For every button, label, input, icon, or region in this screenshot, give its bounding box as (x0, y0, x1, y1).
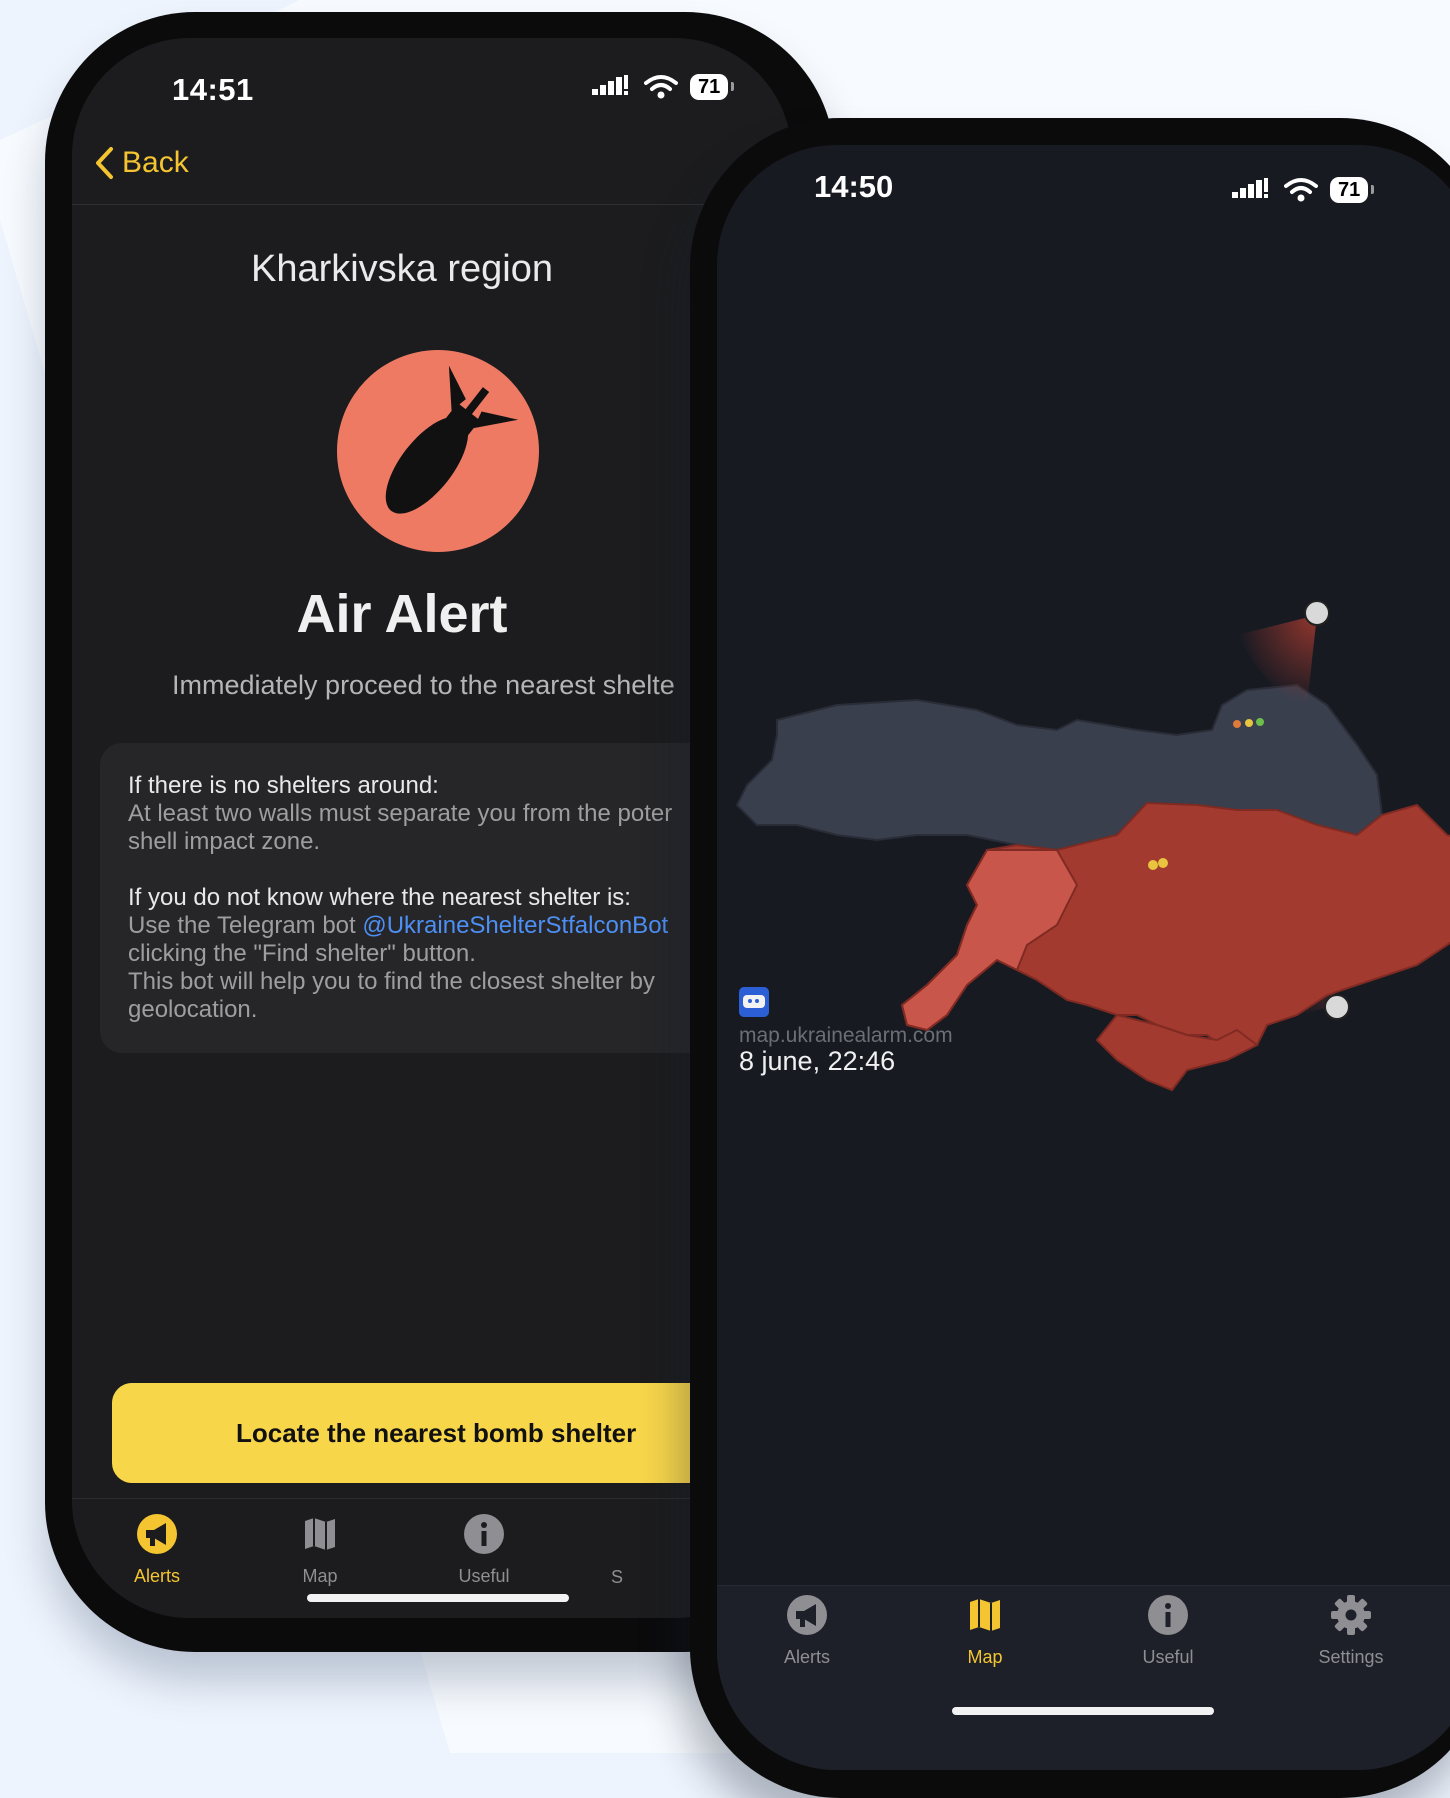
tab-bar: Alerts Map Useful Settings (717, 1585, 1450, 1770)
locate-shelter-button[interactable]: Locate the nearest bomb shelter (112, 1383, 752, 1483)
map-source-url: map.ukrainealarm.com (739, 1024, 953, 1047)
threat-marker-4 (1148, 860, 1158, 870)
status-time: 14:51 (172, 72, 254, 107)
bomb-icon (385, 365, 519, 514)
tab-useful[interactable]: Useful (1108, 1594, 1228, 1668)
aircraft-marker-south[interactable] (1324, 994, 1350, 1020)
tab-settings[interactable]: Settings (1291, 1594, 1411, 1668)
alert-subtitle: Immediately proceed to the nearest shelt… (172, 670, 675, 700)
no-shelter-text-1: At least two walls must separate you fro… (128, 800, 673, 827)
alert-detail-screen: 14:51 71 Back Kharkivska region Air Aler… (72, 38, 792, 1618)
tab-useful[interactable]: Useful (424, 1513, 544, 1587)
tab-alerts-label: Alerts (783, 1647, 830, 1667)
air-alert-badge (337, 350, 539, 552)
megaphone-icon (787, 1595, 827, 1635)
unknown-shelter-text-2: clicking the "Find shelter" button. (128, 940, 476, 967)
unknown-shelter-text-4: geolocation. (128, 996, 258, 1023)
threat-marker-3 (1256, 718, 1264, 726)
tab-map[interactable]: Map (260, 1513, 380, 1587)
tab-map[interactable]: Map (925, 1594, 1045, 1668)
telegram-bot-link[interactable]: @UkraineShelterStfalconBot (362, 912, 668, 939)
no-shelter-text-2: shell impact zone. (128, 828, 321, 855)
tab-alerts[interactable]: Alerts (747, 1594, 867, 1668)
megaphone-icon (137, 1514, 177, 1554)
region-title: Kharkivska region (250, 248, 554, 290)
tab-useful-label: Useful (1142, 1647, 1194, 1667)
wifi-icon (644, 75, 678, 99)
unknown-shelter-heading: If you do not know where the nearest she… (128, 884, 631, 911)
map-timestamp: 8 june, 22:46 (739, 1046, 896, 1076)
threat-marker-1 (1233, 720, 1241, 728)
home-indicator (307, 1594, 569, 1602)
threat-marker-2 (1245, 719, 1253, 727)
back-label: Back (122, 146, 189, 179)
chevron-left-icon (96, 147, 113, 179)
map-source: map.ukrainealarm.com 8 june, 22:46 (739, 987, 953, 1077)
nav-divider (72, 204, 792, 205)
ukraine-alert-map[interactable] (717, 145, 1450, 1445)
aircraft-marker-north[interactable] (1304, 600, 1330, 626)
tab-map-label: Map (967, 1647, 1003, 1667)
gear-icon (1331, 1595, 1371, 1635)
no-shelter-heading: If there is no shelters around: (128, 772, 439, 799)
battery-indicator: 71 (690, 74, 735, 100)
tab-useful-label: Useful (458, 1566, 510, 1586)
map-icon (970, 1599, 1000, 1631)
map-icon (305, 1518, 335, 1550)
tab-settings-label: Settings (1318, 1647, 1384, 1667)
back-button[interactable]: Back (94, 146, 189, 180)
info-icon (1148, 1595, 1188, 1635)
tab-alerts[interactable]: Alerts (97, 1513, 217, 1587)
tab-alerts-label: Alerts (133, 1566, 180, 1586)
tab-map-label: Map (302, 1566, 338, 1586)
safety-info-card: If there is no shelters around: At least… (100, 743, 792, 1053)
ukraine-alarm-logo-icon (739, 987, 769, 1017)
unknown-shelter-text-1: Use the Telegram bot @UkraineShelterStfa… (128, 911, 668, 940)
info-icon (464, 1514, 504, 1554)
alert-title: Air Alert (296, 584, 508, 644)
signal-icon (592, 75, 628, 95)
threat-marker-5 (1158, 858, 1168, 868)
home-indicator (952, 1707, 1214, 1715)
bot-prefix: Use the Telegram bot (128, 912, 363, 939)
unknown-shelter-text-3: This bot will help you to find the close… (128, 968, 655, 995)
tab-settings-label: S (610, 1567, 623, 1587)
alert-map-screen: 14:50 71 map.ukrainealarm.com 8 june, 22… (717, 145, 1450, 1770)
tab-settings-partial[interactable]: S (557, 1561, 677, 1588)
